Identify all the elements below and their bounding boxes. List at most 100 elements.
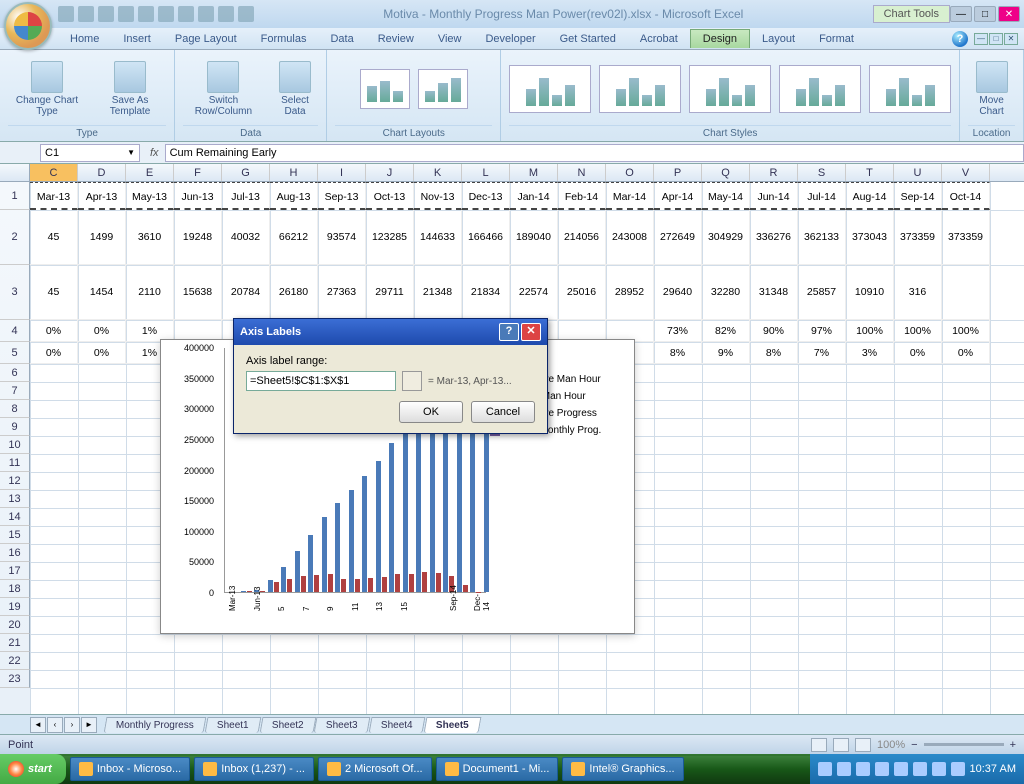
row-header[interactable]: 21 bbox=[0, 634, 30, 652]
row-header[interactable]: 12 bbox=[0, 472, 30, 490]
cell[interactable]: 144633 bbox=[414, 210, 462, 265]
cell[interactable]: 100% bbox=[894, 320, 942, 342]
qat-icon[interactable] bbox=[178, 6, 194, 22]
column-header[interactable]: C bbox=[30, 164, 78, 181]
cell[interactable]: Apr-13 bbox=[78, 182, 126, 210]
cell[interactable]: 31348 bbox=[750, 265, 798, 320]
cell[interactable]: Jan-14 bbox=[510, 182, 558, 210]
sheet-tab[interactable]: Monthly Progress bbox=[104, 717, 207, 733]
column-header[interactable]: N bbox=[558, 164, 606, 181]
chart-layouts-gallery[interactable] bbox=[335, 54, 492, 123]
row-header[interactable]: 11 bbox=[0, 454, 30, 472]
select-all-corner[interactable] bbox=[0, 164, 30, 181]
undo-icon[interactable] bbox=[78, 6, 94, 22]
cell[interactable]: 0% bbox=[894, 342, 942, 364]
column-header[interactable]: L bbox=[462, 164, 510, 181]
cell[interactable]: 1454 bbox=[78, 265, 126, 320]
help-icon[interactable]: ? bbox=[952, 31, 968, 47]
tray-icon[interactable] bbox=[856, 762, 870, 776]
cell[interactable]: 26180 bbox=[270, 265, 318, 320]
cell[interactable]: Dec-13 bbox=[462, 182, 510, 210]
normal-view-button[interactable] bbox=[811, 738, 827, 752]
cell[interactable]: 21348 bbox=[414, 265, 462, 320]
tab-insert[interactable]: Insert bbox=[111, 30, 163, 48]
tab-data[interactable]: Data bbox=[318, 30, 365, 48]
cell[interactable]: 3610 bbox=[126, 210, 174, 265]
row-header[interactable]: 8 bbox=[0, 400, 30, 418]
cell[interactable]: 8% bbox=[750, 342, 798, 364]
save-as-template-button[interactable]: Save As Template bbox=[94, 61, 166, 117]
column-header[interactable]: F bbox=[174, 164, 222, 181]
cell[interactable]: Aug-13 bbox=[270, 182, 318, 210]
cell[interactable]: 3% bbox=[846, 342, 894, 364]
cell[interactable]: 25857 bbox=[798, 265, 846, 320]
row-header[interactable]: 14 bbox=[0, 508, 30, 526]
sheet-tab[interactable]: Sheet2 bbox=[259, 717, 316, 733]
cell[interactable]: 0% bbox=[30, 320, 78, 342]
cell[interactable]: 66212 bbox=[270, 210, 318, 265]
formula-input[interactable]: Cum Remaining Early bbox=[165, 144, 1024, 162]
row-header[interactable]: 23 bbox=[0, 670, 30, 688]
cell[interactable]: 166466 bbox=[462, 210, 510, 265]
axis-label-range-input[interactable] bbox=[246, 371, 396, 391]
column-header[interactable]: J bbox=[366, 164, 414, 181]
row-header[interactable]: 16 bbox=[0, 544, 30, 562]
row-header[interactable]: 4 bbox=[0, 320, 30, 342]
cell[interactable]: 45 bbox=[30, 265, 78, 320]
cell[interactable]: 25016 bbox=[558, 265, 606, 320]
row-header[interactable]: 7 bbox=[0, 382, 30, 400]
column-header[interactable]: H bbox=[270, 164, 318, 181]
tab-review[interactable]: Review bbox=[366, 30, 426, 48]
cell[interactable]: Jun-14 bbox=[750, 182, 798, 210]
cell[interactable]: 20784 bbox=[222, 265, 270, 320]
cell[interactable]: 100% bbox=[846, 320, 894, 342]
cell[interactable]: 27363 bbox=[318, 265, 366, 320]
doc-minimize-button[interactable]: — bbox=[974, 33, 988, 45]
cell[interactable]: 1499 bbox=[78, 210, 126, 265]
cell[interactable]: 304929 bbox=[702, 210, 750, 265]
sheet-tab[interactable]: Sheet4 bbox=[369, 717, 426, 733]
close-button[interactable]: ✕ bbox=[998, 6, 1020, 22]
tab-get-started[interactable]: Get Started bbox=[548, 30, 628, 48]
cell[interactable]: Jun-13 bbox=[174, 182, 222, 210]
cell[interactable]: 243008 bbox=[606, 210, 654, 265]
cell[interactable]: Mar-13 bbox=[30, 182, 78, 210]
cell[interactable]: 373043 bbox=[846, 210, 894, 265]
cell[interactable]: Jul-13 bbox=[222, 182, 270, 210]
cell[interactable]: 9% bbox=[702, 342, 750, 364]
column-header[interactable]: P bbox=[654, 164, 702, 181]
column-header[interactable]: I bbox=[318, 164, 366, 181]
cell[interactable]: 82% bbox=[702, 320, 750, 342]
cell[interactable]: 10910 bbox=[846, 265, 894, 320]
doc-restore-button[interactable]: □ bbox=[989, 33, 1003, 45]
taskbar-item[interactable]: Inbox - Microso... bbox=[70, 757, 190, 781]
column-header[interactable]: Q bbox=[702, 164, 750, 181]
cell[interactable]: 21834 bbox=[462, 265, 510, 320]
cell[interactable]: May-14 bbox=[702, 182, 750, 210]
row-header[interactable]: 20 bbox=[0, 616, 30, 634]
row-header[interactable]: 3 bbox=[0, 265, 30, 320]
qat-icon[interactable] bbox=[198, 6, 214, 22]
cell[interactable]: 0% bbox=[78, 342, 126, 364]
tab-page-layout[interactable]: Page Layout bbox=[163, 30, 249, 48]
cell[interactable]: 272649 bbox=[654, 210, 702, 265]
dialog-help-button[interactable]: ? bbox=[499, 323, 519, 341]
tab-layout[interactable]: Layout bbox=[750, 30, 807, 48]
cell[interactable]: 19248 bbox=[174, 210, 222, 265]
tab-nav-prev[interactable]: ‹ bbox=[47, 717, 63, 733]
zoom-in-button[interactable]: + bbox=[1010, 739, 1016, 751]
tray-icon[interactable] bbox=[951, 762, 965, 776]
cell[interactable]: 2110 bbox=[126, 265, 174, 320]
row-header[interactable]: 9 bbox=[0, 418, 30, 436]
range-selector-button[interactable] bbox=[402, 371, 422, 391]
column-header[interactable]: T bbox=[846, 164, 894, 181]
cell[interactable]: Aug-14 bbox=[846, 182, 894, 210]
sheet-tab[interactable]: Sheet5 bbox=[423, 717, 481, 733]
tab-view[interactable]: View bbox=[426, 30, 474, 48]
cell[interactable]: 28952 bbox=[606, 265, 654, 320]
tab-developer[interactable]: Developer bbox=[473, 30, 547, 48]
tab-format[interactable]: Format bbox=[807, 30, 866, 48]
column-header[interactable]: U bbox=[894, 164, 942, 181]
cell[interactable]: Jul-14 bbox=[798, 182, 846, 210]
page-layout-view-button[interactable] bbox=[833, 738, 849, 752]
